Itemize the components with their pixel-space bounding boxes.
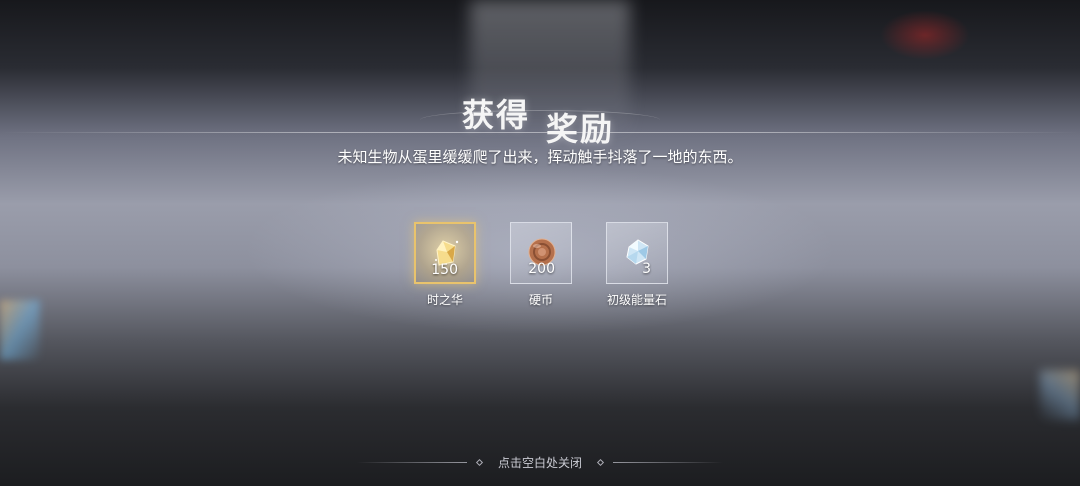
red-glow-decoration bbox=[880, 10, 970, 60]
close-hint-text: 点击空白处关闭 bbox=[497, 455, 582, 470]
reward-item-coin[interactable]: 200 硬币 bbox=[496, 220, 592, 310]
reward-description: 未知生物从蛋里缓缓爬了出来，挥动触手抖落了一地的东西。 bbox=[337, 148, 743, 166]
title-flourish bbox=[420, 110, 660, 130]
diamond-icon bbox=[475, 458, 484, 466]
reward-count: 150 bbox=[431, 262, 458, 278]
title-part-2: 奖励 bbox=[546, 110, 615, 148]
reward-title: 获得 奖励 bbox=[420, 86, 660, 148]
close-hint[interactable]: 点击空白处关闭 bbox=[0, 452, 1080, 472]
hint-divider-right bbox=[613, 461, 723, 463]
reward-count: 3 bbox=[642, 261, 651, 277]
prism-flare-left bbox=[0, 300, 40, 360]
reward-count: 200 bbox=[528, 261, 555, 277]
hint-divider-left bbox=[356, 461, 467, 463]
reward-item-energy-stone[interactable]: 3 初级能量石 bbox=[592, 220, 688, 310]
reward-frame-highlighted: 150 bbox=[414, 222, 476, 284]
reward-name: 硬币 bbox=[528, 293, 553, 307]
reward-item-time-flower[interactable]: 150 时之华 bbox=[400, 220, 496, 310]
reward-name: 初级能量石 bbox=[606, 293, 667, 307]
reward-name: 时之华 bbox=[426, 293, 463, 307]
reward-frame: 200 bbox=[510, 222, 572, 284]
diamond-icon bbox=[596, 458, 605, 466]
reward-frame: 3 bbox=[606, 222, 668, 284]
reward-list: 150 时之华 200 硬币 3 初级能量石 bbox=[400, 220, 680, 310]
prism-flare-right bbox=[1040, 370, 1080, 420]
title-part-1: 获得 bbox=[462, 96, 531, 134]
